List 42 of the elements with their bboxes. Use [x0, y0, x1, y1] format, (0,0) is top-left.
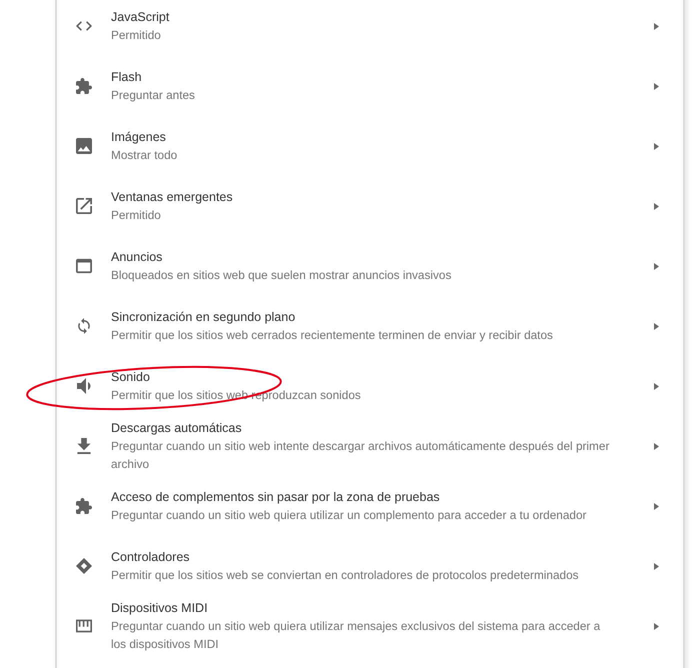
- image-icon: [76, 138, 92, 154]
- setting-title[interactable]: Anuncios: [111, 248, 613, 266]
- setting-title[interactable]: Acceso de complementos sin pasar por la zona de pruebas: [111, 488, 613, 506]
- window-icon: [76, 258, 92, 274]
- caret-icon[interactable]: [654, 262, 659, 270]
- download-icon: [76, 438, 92, 454]
- diamond-icon: [76, 558, 92, 574]
- setting-title[interactable]: Flash: [111, 68, 613, 86]
- setting-title[interactable]: Ventanas emergentes: [111, 188, 613, 206]
- external-link-icon: [76, 198, 92, 214]
- puzzle-piece-icon: [76, 498, 92, 514]
- setting-title[interactable]: Sonido: [111, 368, 613, 386]
- caret-icon[interactable]: [654, 382, 659, 390]
- setting-description: Preguntar cuando un sitio web intente descargar archivos automáticamente después del primer archivo: [111, 438, 610, 473]
- setting-title[interactable]: Imágenes: [111, 128, 613, 146]
- sync-icon: [76, 318, 92, 334]
- caret-icon[interactable]: [654, 82, 659, 90]
- setting-title[interactable]: Descargas automáticas: [111, 419, 613, 437]
- caret-icon[interactable]: [654, 22, 659, 30]
- caret-icon[interactable]: [654, 322, 659, 330]
- setting-description: Bloqueados en sitios web que suelen mostrar anuncios invasivos: [111, 267, 452, 284]
- setting-title[interactable]: Dispositivos MIDI: [111, 599, 613, 617]
- setting-description: Preguntar antes: [111, 87, 196, 104]
- setting-description: Permitir que los sitios web cerrados recientemente terminen de enviar y recibir datos: [111, 327, 554, 344]
- caret-icon[interactable]: [654, 142, 659, 150]
- caret-icon[interactable]: [654, 562, 659, 570]
- setting-description: Preguntar cuando un sitio web quiera utilizar mensajes exclusivos del sistema para acceder a los dispositivos MIDI: [111, 618, 602, 653]
- caret-icon[interactable]: [654, 502, 659, 510]
- caret-icon[interactable]: [654, 442, 659, 450]
- setting-description: Permitido: [111, 27, 162, 44]
- speaker-icon: [76, 378, 92, 394]
- piano-keyboard-icon: [76, 618, 92, 634]
- setting-title[interactable]: Sincronización en segundo plano: [111, 308, 613, 326]
- puzzle-piece-icon: [76, 78, 92, 94]
- setting-title[interactable]: Controladores: [111, 548, 613, 566]
- setting-description: Mostrar todo: [111, 147, 178, 164]
- setting-description: Permitido: [111, 207, 162, 224]
- caret-icon[interactable]: [654, 622, 659, 630]
- setting-description: Preguntar cuando un sitio web quiera utilizar un complemento para acceder a tu ordenador: [111, 507, 588, 524]
- caret-icon[interactable]: [654, 202, 659, 210]
- setting-title[interactable]: JavaScript: [111, 8, 613, 26]
- setting-description: Permitir que los sitios web se conviertan en controladores de protocolos predeterminados: [111, 567, 580, 584]
